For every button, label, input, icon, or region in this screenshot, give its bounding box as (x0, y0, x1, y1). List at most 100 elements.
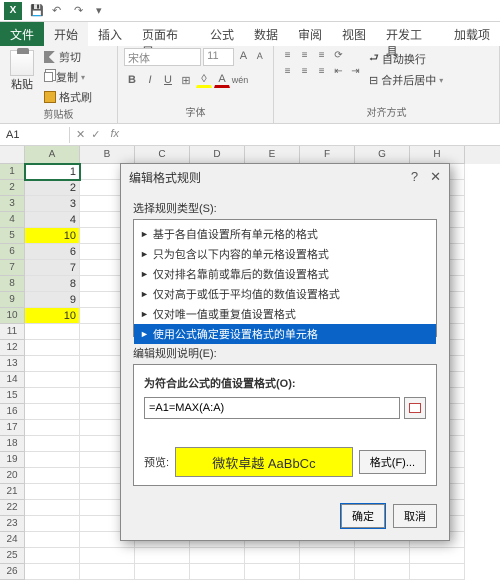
tab-addins[interactable]: 加载项 (444, 22, 500, 46)
cell[interactable] (25, 500, 80, 516)
cell[interactable] (80, 548, 135, 564)
cell[interactable] (25, 356, 80, 372)
italic-button[interactable]: I (142, 72, 158, 88)
font-name-select[interactable]: 宋体 (124, 48, 201, 66)
cell[interactable] (300, 548, 355, 564)
row-header[interactable]: 14 (0, 372, 25, 388)
help-icon[interactable]: ? (411, 169, 418, 185)
row-header[interactable]: 16 (0, 404, 25, 420)
column-header[interactable]: G (355, 146, 410, 164)
cell[interactable] (245, 564, 300, 580)
close-icon[interactable]: ✕ (430, 169, 441, 185)
row-header[interactable]: 15 (0, 388, 25, 404)
indent-dec-icon[interactable]: ⇤ (331, 64, 346, 78)
row-header[interactable]: 10 (0, 308, 25, 324)
grow-font-icon[interactable]: A (236, 48, 250, 64)
row-header[interactable]: 17 (0, 420, 25, 436)
name-box[interactable]: A1 (0, 127, 70, 143)
row-header[interactable]: 2 (0, 180, 25, 196)
row-header[interactable]: 19 (0, 452, 25, 468)
align-middle-icon[interactable]: ≡ (297, 48, 312, 62)
cell[interactable] (25, 420, 80, 436)
orientation-icon[interactable]: ⟳ (331, 48, 346, 62)
cell[interactable]: 2 (25, 180, 80, 196)
format-button[interactable]: 格式(F)... (359, 450, 426, 474)
rule-type-item[interactable]: ►仅对唯一值或重复值设置格式 (134, 304, 436, 324)
cell[interactable] (135, 548, 190, 564)
row-header[interactable]: 11 (0, 324, 25, 340)
ok-button[interactable]: 确定 (341, 504, 385, 528)
cell[interactable] (410, 548, 465, 564)
tab-view[interactable]: 视图 (332, 22, 376, 46)
tab-data[interactable]: 数据 (244, 22, 288, 46)
cell[interactable] (25, 548, 80, 564)
chevron-down-icon[interactable]: ▾ (96, 4, 110, 18)
copy-button[interactable]: 复制▾ (42, 68, 94, 86)
cell[interactable] (25, 324, 80, 340)
row-header[interactable]: 9 (0, 292, 25, 308)
row-header[interactable]: 1 (0, 164, 25, 180)
cell[interactable] (135, 564, 190, 580)
undo-icon[interactable]: ↶ (52, 4, 66, 18)
row-header[interactable]: 23 (0, 516, 25, 532)
row-header[interactable]: 4 (0, 212, 25, 228)
row-header[interactable]: 5 (0, 228, 25, 244)
phonetic-button[interactable]: wén (232, 72, 248, 88)
tab-review[interactable]: 审阅 (288, 22, 332, 46)
align-right-icon[interactable]: ≡ (314, 64, 329, 78)
bold-button[interactable]: B (124, 72, 140, 88)
column-header[interactable]: D (190, 146, 245, 164)
row-header[interactable]: 26 (0, 564, 25, 580)
cell[interactable] (300, 564, 355, 580)
rule-type-item[interactable]: ►仅对高于或低于平均值的数值设置格式 (134, 284, 436, 304)
cell[interactable] (25, 532, 80, 548)
cell[interactable]: 9 (25, 292, 80, 308)
wrap-text-button[interactable]: ⮐自动换行 (367, 48, 445, 69)
cell[interactable]: 7 (25, 260, 80, 276)
align-left-icon[interactable]: ≡ (280, 64, 295, 78)
cell[interactable] (25, 564, 80, 580)
font-color-button[interactable]: A (214, 72, 230, 88)
rule-type-item[interactable]: ►仅对排名靠前或靠后的数值设置格式 (134, 264, 436, 284)
row-header[interactable]: 13 (0, 356, 25, 372)
tab-layout[interactable]: 页面布局 (132, 22, 200, 46)
formula-input[interactable] (144, 397, 400, 419)
tab-home[interactable]: 开始 (44, 22, 88, 46)
cell[interactable] (80, 564, 135, 580)
select-all-corner[interactable] (0, 146, 25, 164)
tab-dev[interactable]: 开发工具 (376, 22, 444, 46)
row-header[interactable]: 24 (0, 532, 25, 548)
cancel-button[interactable]: 取消 (393, 504, 437, 528)
fx-icon[interactable]: fx (106, 128, 119, 141)
row-header[interactable]: 6 (0, 244, 25, 260)
rule-type-list[interactable]: ►基于各自值设置所有单元格的格式►只为包含以下内容的单元格设置格式►仅对排名靠前… (133, 219, 437, 337)
row-header[interactable]: 3 (0, 196, 25, 212)
indent-inc-icon[interactable]: ⇥ (348, 64, 363, 78)
font-size-select[interactable]: 11 (203, 48, 234, 66)
cell[interactable]: 1 (25, 164, 80, 180)
cell[interactable] (355, 564, 410, 580)
cell[interactable] (25, 436, 80, 452)
cell[interactable]: 10 (25, 228, 80, 244)
format-painter-button[interactable]: 格式刷 (42, 88, 94, 106)
rule-type-item[interactable]: ►只为包含以下内容的单元格设置格式 (134, 244, 436, 264)
fill-color-button[interactable]: ◊ (196, 72, 212, 88)
row-header[interactable]: 8 (0, 276, 25, 292)
cell[interactable]: 8 (25, 276, 80, 292)
cell[interactable] (410, 564, 465, 580)
cell[interactable] (25, 468, 80, 484)
rule-type-item[interactable]: ►基于各自值设置所有单元格的格式 (134, 224, 436, 244)
underline-button[interactable]: U (160, 72, 176, 88)
rule-type-item[interactable]: ►使用公式确定要设置格式的单元格 (134, 324, 436, 344)
column-header[interactable]: H (410, 146, 465, 164)
enter-formula-icon[interactable]: ✓ (91, 128, 100, 141)
tab-insert[interactable]: 插入 (88, 22, 132, 46)
column-header[interactable]: B (80, 146, 135, 164)
column-header[interactable]: F (300, 146, 355, 164)
row-header[interactable]: 20 (0, 468, 25, 484)
cell[interactable] (190, 564, 245, 580)
row-header[interactable]: 25 (0, 548, 25, 564)
row-header[interactable]: 7 (0, 260, 25, 276)
cell[interactable] (25, 340, 80, 356)
paste-button[interactable]: 粘贴 (6, 48, 38, 94)
